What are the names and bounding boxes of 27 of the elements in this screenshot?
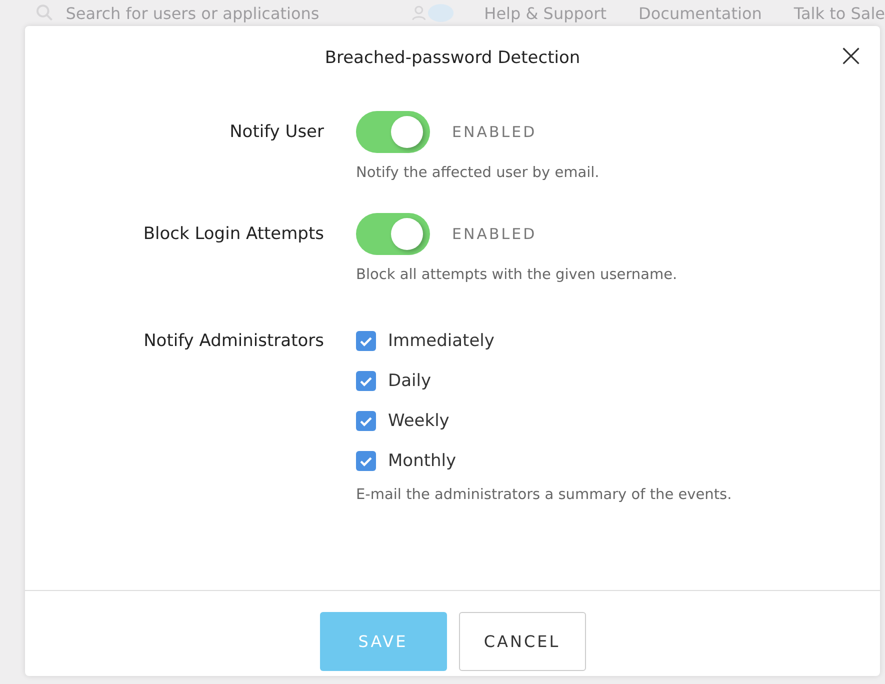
checkbox[interactable] — [356, 371, 376, 391]
status-label: ENABLED — [452, 123, 537, 141]
setting-label: Notify User — [228, 121, 324, 144]
status-label: ENABLED — [452, 225, 537, 243]
checkbox-label: Daily — [388, 371, 432, 391]
checkbox-label: Weekly — [388, 411, 450, 431]
setting-description: E-mail the administrators a summary of the events. — [356, 487, 733, 503]
notification-dot-icon — [426, 3, 454, 23]
nav-link[interactable]: Talk to Sale — [794, 4, 885, 22]
toggle-switch[interactable] — [356, 111, 430, 153]
setting-description: Block all attempts with the given username. — [356, 267, 678, 283]
nav-link[interactable]: Help & Support — [484, 4, 607, 22]
checkbox[interactable] — [356, 331, 376, 351]
checkbox[interactable] — [356, 411, 376, 431]
search-icon — [36, 4, 54, 22]
dialog-title: Breached-password Detection — [324, 48, 580, 68]
cancel-button[interactable]: CANCEL — [458, 612, 586, 671]
toggle-switch[interactable] — [356, 213, 430, 255]
setting-description: Notify the affected user by email. — [356, 165, 600, 181]
setting-label: Block Login Attempts — [142, 223, 324, 246]
checkbox-label: Monthly — [388, 451, 456, 471]
checkbox-label: Immediately — [388, 331, 494, 351]
close-button[interactable]: × — [836, 40, 866, 70]
setting-label: Notify Administrators — [142, 330, 324, 353]
checkbox[interactable] — [356, 451, 376, 471]
nav-link[interactable]: Documentation — [638, 4, 762, 22]
search-field[interactable]: Search for users or applications — [66, 4, 381, 22]
